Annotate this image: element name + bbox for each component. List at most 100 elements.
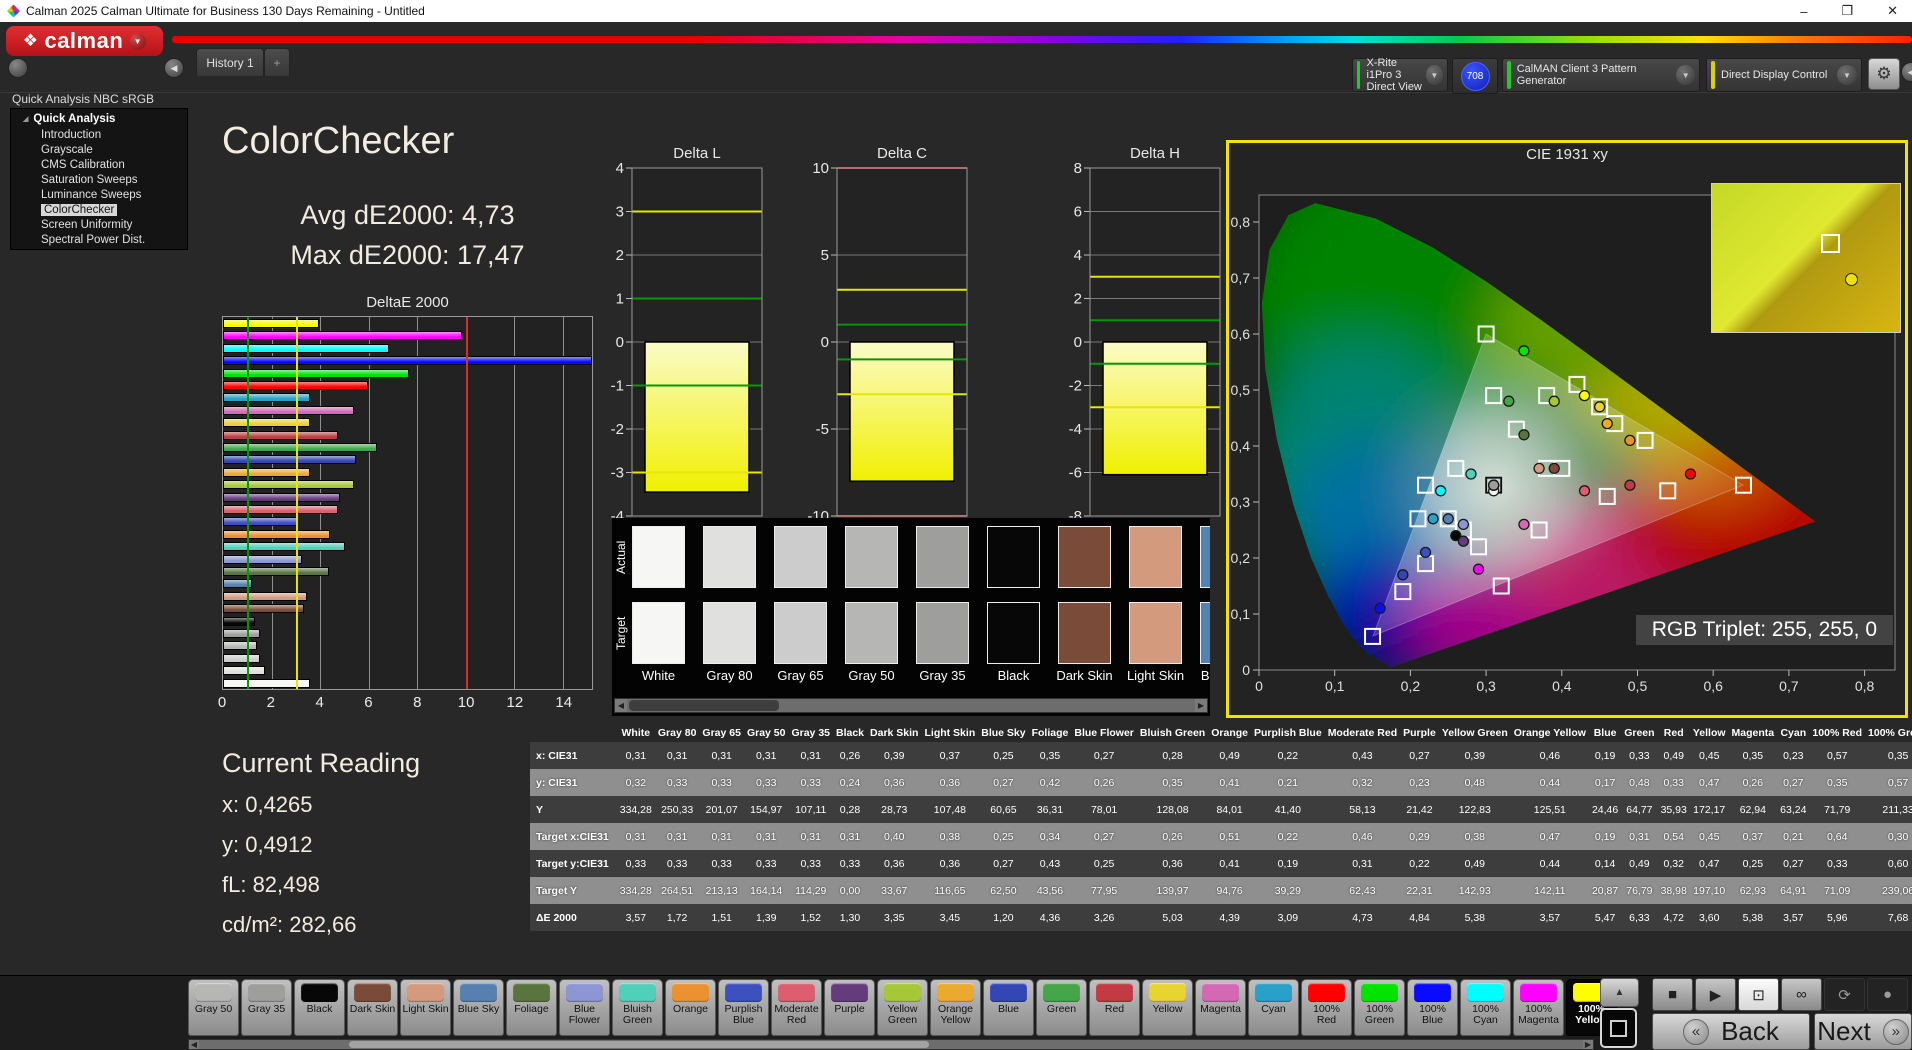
table-cell: 0,31 — [788, 742, 833, 769]
target-swatch-gray-65[interactable] — [774, 602, 827, 664]
palette-purple[interactable]: Purple — [824, 979, 875, 1036]
sidebar-item-cms-calibration[interactable]: CMS Calibration — [11, 158, 187, 173]
palette-yellow-green[interactable]: Yellow Green — [877, 979, 928, 1036]
table-cell: 6,33 — [1621, 904, 1657, 931]
sidebar-item-luminance-sweeps[interactable]: Luminance Sweeps — [11, 188, 187, 203]
restore-button[interactable]: ❐ — [1841, 3, 1853, 19]
palette-red[interactable]: Red — [1089, 979, 1140, 1036]
sidebar-item-spectral-power-dist-[interactable]: Spectral Power Dist. — [11, 233, 187, 248]
palette-expand-button[interactable]: ▲ — [1600, 978, 1639, 1007]
scroll-left-icon[interactable]: ◀ — [615, 699, 627, 712]
logo-dropdown-icon[interactable]: ▼ — [129, 33, 146, 50]
palette-gray-50[interactable]: Gray 50 — [188, 979, 239, 1036]
target-swatch-gray-50[interactable] — [845, 602, 898, 664]
swatch-scroll-thumb[interactable] — [629, 700, 779, 711]
tab-add-button[interactable]: + — [264, 48, 290, 76]
sidebar-item-introduction[interactable]: Introduction — [11, 128, 187, 143]
palette-light-skin[interactable]: Light Skin — [400, 979, 451, 1036]
sidebar-item-saturation-sweeps[interactable]: Saturation Sweeps — [11, 173, 187, 188]
palette-foliage[interactable]: Foliage — [506, 979, 557, 1036]
stop-button[interactable]: ■ — [1652, 978, 1693, 1011]
sidebar-item-grayscale[interactable]: Grayscale — [11, 143, 187, 158]
actual-swatch-blue-sky[interactable] — [1200, 526, 1210, 588]
actual-swatch-gray-35[interactable] — [916, 526, 969, 588]
palette-scrollbar[interactable]: ◀ ▶ — [188, 1039, 1594, 1050]
palette-orange[interactable]: Orange — [665, 979, 716, 1036]
meter-colorimeter[interactable]: X-Rite i1Pro 3Direct View ▼ — [1352, 58, 1448, 92]
sidebar-item-screen-uniformity[interactable]: Screen Uniformity — [11, 218, 187, 233]
scroll-left-icon[interactable]: ◀ — [189, 1040, 199, 1049]
loop-button[interactable]: ∞ — [1781, 978, 1822, 1011]
settings-button[interactable]: ⚙ — [1868, 58, 1900, 90]
pattern-window-button[interactable]: ⊡ — [1738, 978, 1779, 1011]
target-swatch-gray-35[interactable] — [916, 602, 969, 664]
palette-blue[interactable]: Blue — [983, 979, 1034, 1036]
sidebar-pin-button[interactable] — [8, 58, 28, 78]
target-swatch-blue-sky[interactable] — [1200, 602, 1210, 664]
table-row-target-y-cie31: Target y:CIE310,330,330,330,330,330,330,… — [530, 850, 1912, 877]
actual-swatch-light-skin[interactable] — [1129, 526, 1182, 588]
table-cell: 0,32 — [617, 769, 655, 796]
target-swatch-light-skin[interactable] — [1129, 602, 1182, 664]
target-swatch-gray-80[interactable] — [703, 602, 756, 664]
palette-100-green[interactable]: 100% Green — [1354, 979, 1405, 1036]
expander-icon[interactable]: ◢ — [23, 112, 28, 127]
tab-history-1[interactable]: History 1 — [196, 48, 264, 76]
palette-blue-flower[interactable]: Blue Flower — [559, 979, 610, 1036]
palette-purplish-blue[interactable]: Purplish Blue — [718, 979, 769, 1036]
chevron-down-icon[interactable]: ▼ — [1426, 65, 1443, 85]
palette-bluish-green[interactable]: Bluish Green — [612, 979, 663, 1036]
chevron-down-icon[interactable]: ▼ — [1676, 65, 1695, 85]
palette-gray-35[interactable]: Gray 35 — [241, 979, 292, 1036]
back-button[interactable]: « Back — [1652, 1013, 1810, 1050]
calman-logo-button[interactable]: ❖ calman ▼ — [6, 26, 163, 56]
palette-label: Black — [295, 1004, 344, 1015]
actual-swatch-white[interactable] — [632, 526, 685, 588]
palette-scroll-thumb[interactable] — [349, 1041, 929, 1048]
sidebar-collapse-button[interactable]: ◀ — [164, 58, 184, 78]
table-cell: 0,36 — [867, 850, 921, 877]
actual-swatch-gray-50[interactable] — [845, 526, 898, 588]
palette-green[interactable]: Green — [1036, 979, 1087, 1036]
actual-swatch-gray-65[interactable] — [774, 526, 827, 588]
meter-display-control[interactable]: Direct Display Control ▼ — [1706, 58, 1862, 92]
record-button[interactable]: ● — [1867, 978, 1908, 1011]
palette-blue-sky[interactable]: Blue Sky — [453, 979, 504, 1036]
panel-collapse-button[interactable]: ◀ — [1901, 62, 1912, 82]
close-button[interactable]: ✕ — [1887, 3, 1898, 19]
table-cell: 0,31 — [699, 823, 744, 850]
target-swatch-dark-skin[interactable] — [1058, 602, 1111, 664]
palette-100-cyan[interactable]: 100% Cyan — [1460, 979, 1511, 1036]
table-cell: 0,22 — [1251, 823, 1325, 850]
palette-100-red[interactable]: 100% Red — [1301, 979, 1352, 1036]
palette-dark-skin[interactable]: Dark Skin — [347, 979, 398, 1036]
sidebar-item-quick-analysis[interactable]: ◢Quick Analysis — [11, 112, 187, 128]
exposure-badge[interactable]: 708 — [1461, 62, 1490, 91]
target-swatch-white[interactable] — [632, 602, 685, 664]
palette-yellow[interactable]: Yellow — [1142, 979, 1193, 1036]
actual-swatch-black[interactable] — [987, 526, 1040, 588]
play-button[interactable]: ▶ — [1695, 978, 1736, 1011]
chevron-down-icon[interactable]: ▼ — [1837, 65, 1857, 85]
palette-label: Gray 35 — [242, 1004, 291, 1015]
scroll-right-icon[interactable]: ▶ — [1583, 1040, 1593, 1049]
table-cell: 84,01 — [1208, 796, 1251, 823]
palette-cyan[interactable]: Cyan — [1248, 979, 1299, 1036]
meter-pattern-generator[interactable]: CalMAN Client 3 Pattern Generator ▼ — [1502, 58, 1700, 92]
actual-swatch-dark-skin[interactable] — [1058, 526, 1111, 588]
palette-orange-yellow[interactable]: Orange Yellow — [930, 979, 981, 1036]
sidebar-item-colorchecker[interactable]: ColorChecker — [11, 203, 187, 218]
palette-black[interactable]: Black — [294, 979, 345, 1036]
swatch-scrollbar[interactable]: ◀ ▶ — [614, 698, 1208, 713]
target-swatch-black[interactable] — [987, 602, 1040, 664]
palette-100-blue[interactable]: 100% Blue — [1407, 979, 1458, 1036]
refresh-button[interactable]: ⟳ — [1824, 978, 1865, 1011]
palette-magenta[interactable]: Magenta — [1195, 979, 1246, 1036]
minimize-button[interactable]: – — [1800, 4, 1807, 19]
next-button[interactable]: Next » — [1814, 1013, 1912, 1050]
actual-swatch-gray-80[interactable] — [703, 526, 756, 588]
palette-moderate-red[interactable]: Moderate Red — [771, 979, 822, 1036]
scroll-right-icon[interactable]: ▶ — [1195, 699, 1207, 712]
pattern-preview-button[interactable] — [1600, 1008, 1637, 1048]
palette-100-magenta[interactable]: 100% Magenta — [1513, 979, 1564, 1036]
